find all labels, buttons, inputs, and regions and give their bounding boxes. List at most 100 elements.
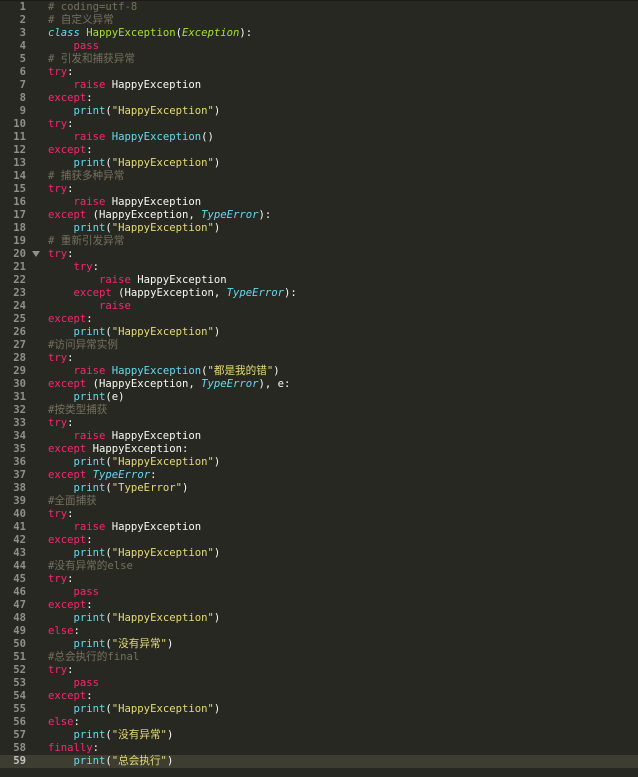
line-number: 37 [13,469,26,481]
code-token: : [150,469,157,481]
line-number: 12 [13,144,26,156]
code-line[interactable]: 47 except: [0,599,638,612]
code-token: #按类型捕获 [48,404,108,416]
line-number: 19 [13,235,26,247]
code-line[interactable]: 48 print("HappyException") [0,612,638,625]
code-line[interactable]: 46 pass [0,586,638,599]
code-line[interactable]: 23 except (HappyException, TypeError): [0,287,638,300]
code-line[interactable]: 4 pass [0,40,638,53]
code-line[interactable]: 27 #访问异常实例 [0,339,638,352]
code-line[interactable]: 57 print("没有异常") [0,729,638,742]
code-line[interactable]: 30 except (HappyException, TypeError), e: [0,378,638,391]
code-line[interactable]: 22 raise HappyException [0,274,638,287]
code-token: print [73,703,106,715]
code-token: HappyException [105,521,202,533]
code-token: : [67,664,74,676]
code-line[interactable]: 52 try: [0,664,638,677]
code-token: try [48,573,68,585]
code-token: : [73,625,80,637]
code-line[interactable]: 24 raise [0,300,638,313]
line-text: print("HappyException") [48,222,221,235]
code-line[interactable]: 26 print("HappyException") [0,326,638,339]
line-text: try: [48,66,74,79]
code-line[interactable]: 42 except: [0,534,638,547]
line-text: except: [48,144,93,157]
code-line[interactable]: 13 print("HappyException") [0,157,638,170]
code-line[interactable]: 32 #按类型捕获 [0,404,638,417]
code-line[interactable]: 38 print("TypeError") [0,482,638,495]
code-line[interactable]: 41 raise HappyException [0,521,638,534]
code-line[interactable]: 31 print(e) [0,391,638,404]
code-line[interactable]: 12 except: [0,144,638,157]
code-line[interactable]: 43 print("HappyException") [0,547,638,560]
code-token: try [48,183,68,195]
code-line[interactable]: 8 except: [0,92,638,105]
code-line[interactable]: 25 except: [0,313,638,326]
code-token: except [48,599,87,611]
code-line[interactable]: 37 except TypeError: [0,469,638,482]
code-line[interactable]: 29 raise HappyException("都是我的错") [0,365,638,378]
code-line[interactable]: 6 try: [0,66,638,79]
line-number: 24 [13,300,26,312]
line-number: 13 [13,157,26,169]
code-line[interactable]: 39 #全面捕获 [0,495,638,508]
code-line[interactable]: 28 try: [0,352,638,365]
code-token: ) [213,105,221,117]
line-text: try: [48,664,74,677]
code-line[interactable]: 54 except: [0,690,638,703]
code-line[interactable]: 15 try: [0,183,638,196]
code-token: : [67,66,74,78]
code-line[interactable]: 55 print("HappyException") [0,703,638,716]
code-token: : [73,716,80,728]
code-token: "HappyException" [111,612,214,624]
code-line[interactable]: 53 pass [0,677,638,690]
code-line[interactable]: 34 raise HappyException [0,430,638,443]
code-token: #全面捕获 [48,495,97,507]
code-line[interactable]: 49 else: [0,625,638,638]
code-area[interactable]: 1 # coding=utf-8 2 # 自定义异常 3 class HappyExcep… [0,1,638,768]
code-line[interactable]: 58 finally: [0,742,638,755]
code-line[interactable]: 14 # 捕获多种异常 [0,170,638,183]
code-line[interactable]: 35 except HappyException: [0,443,638,456]
code-line[interactable]: 10 try: [0,118,638,131]
code-token: : [86,599,93,611]
code-line[interactable]: 19 # 重新引发异常 [0,235,638,248]
code-line[interactable]: 51 #总会执行的final [0,651,638,664]
code-editor[interactable]: 1 # coding=utf-8 2 # 自定义异常 3 class HappyExcep… [0,0,638,777]
code-line[interactable]: 36 print("HappyException") [0,456,638,469]
code-line[interactable]: 44 #没有异常的else [0,560,638,573]
code-line[interactable]: 1 # coding=utf-8 [0,1,638,14]
code-line[interactable]: 21 try: [0,261,638,274]
code-token: "HappyException" [111,105,214,117]
code-line[interactable]: 40 try: [0,508,638,521]
code-line[interactable]: 7 raise HappyException [0,79,638,92]
fold-arrow-icon[interactable] [32,251,40,257]
code-line[interactable]: 50 print("没有异常") [0,638,638,651]
line-number: 28 [13,352,26,364]
code-line[interactable]: 17 except (HappyException, TypeError): [0,209,638,222]
line-text: raise HappyException [48,79,202,92]
code-line[interactable]: 18 print("HappyException") [0,222,638,235]
code-line[interactable]: 59 print("总会执行") [0,755,638,768]
line-number: 38 [13,482,26,494]
code-line[interactable]: 45 try: [0,573,638,586]
line-text: except HappyException: [48,443,188,456]
code-token: try [48,352,68,364]
code-line[interactable]: 33 try: [0,417,638,430]
code-line[interactable]: 3 class HappyException(Exception): [0,27,638,40]
code-line[interactable]: 2 # 自定义异常 [0,14,638,27]
code-line[interactable]: 56 else: [0,716,638,729]
code-line[interactable]: 9 print("HappyException") [0,105,638,118]
code-line[interactable]: 16 raise HappyException [0,196,638,209]
line-number: 35 [13,443,26,455]
line-text: try: [48,261,100,274]
code-line[interactable]: 11 raise HappyException() [0,131,638,144]
code-line[interactable]: 5 # 引发和捕获异常 [0,53,638,66]
code-token: ) [213,703,221,715]
line-number: 15 [13,183,26,195]
line-number: 50 [13,638,26,650]
code-line[interactable]: 20 try: [0,248,638,261]
